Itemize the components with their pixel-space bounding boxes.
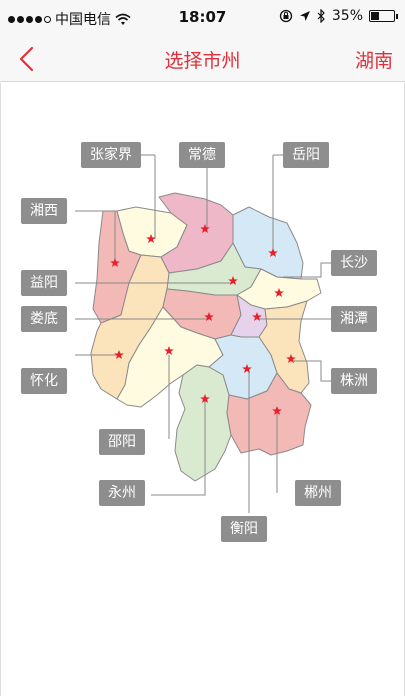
city-label-xiangtan[interactable]: 湘潭	[331, 306, 377, 332]
city-label-changsha[interactable]: 长沙	[331, 250, 377, 276]
lock-rotation-icon	[279, 9, 293, 23]
city-label-shaoyang[interactable]: 邵阳	[99, 429, 145, 455]
city-label-changde[interactable]: 常德	[179, 142, 225, 168]
battery-level	[371, 12, 379, 20]
location-icon	[299, 11, 310, 21]
navigation-bar: 选择市州 湖南	[0, 36, 405, 82]
page-title: 选择市州	[164, 50, 241, 72]
city-label-huaihua[interactable]: 怀化	[21, 368, 67, 394]
city-label-yueyang[interactable]: 岳阳	[283, 142, 329, 168]
region-yongzhou[interactable]	[174, 364, 232, 482]
bluetooth-icon	[317, 9, 325, 23]
battery-icon	[369, 10, 398, 22]
city-label-xiangxi[interactable]: 湘西	[21, 198, 67, 224]
battery-percent: 35%	[331, 8, 363, 24]
city-label-chenzhou[interactable]: 郴州	[295, 480, 341, 506]
city-label-yiyang[interactable]: 益阳	[21, 270, 67, 296]
city-label-loudi[interactable]: 娄底	[21, 306, 67, 332]
city-label-zhuzhou[interactable]: 株洲	[331, 368, 377, 394]
city-label-zhangjiajie[interactable]: 张家界	[81, 142, 141, 168]
status-bar: 中国电信 18:07 35%	[0, 0, 405, 36]
city-label-hengyang[interactable]: 衡阳	[221, 516, 267, 542]
province-button[interactable]: 湖南	[355, 46, 393, 73]
city-label-yongzhou[interactable]: 永州	[99, 480, 145, 506]
map-container: 张家界 常德 岳阳 湘西 长沙 益阳 湘潭 娄底 株洲 怀化 邵阳 永州 郴州 …	[0, 83, 405, 696]
